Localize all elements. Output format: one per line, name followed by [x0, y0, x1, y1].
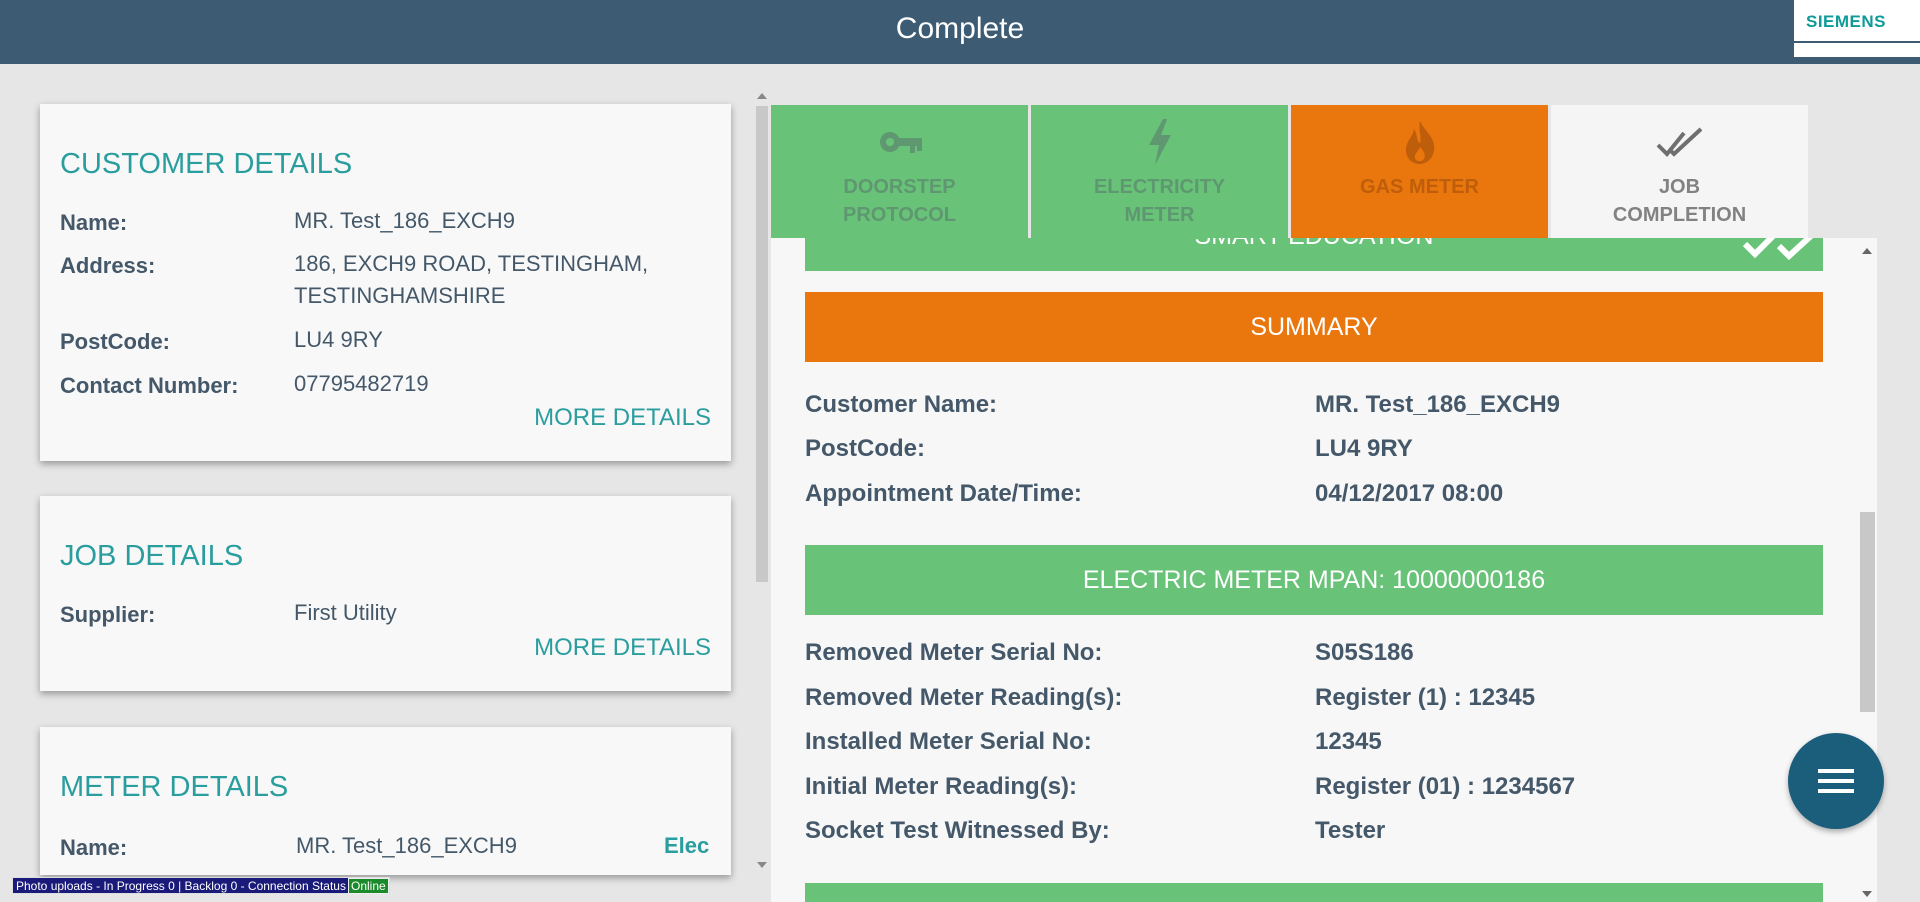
- customer-postcode-value: LU4 9RY: [294, 327, 383, 352]
- installed-serial-value: 12345: [1315, 728, 1382, 755]
- meter-name-label: Name:: [60, 835, 128, 860]
- meter-details-heading: METER DETAILS: [60, 771, 289, 803]
- tab-doorstep-line2: PROTOCOL: [843, 204, 956, 226]
- summary-appointment-value: 04/12/2017 08:00: [1315, 480, 1504, 507]
- customer-name-value: MR. Test_186_EXCH9: [294, 208, 515, 233]
- job-details-card: JOB DETAILS Supplier: First Utility MORE…: [40, 496, 731, 691]
- job-supplier-label: Supplier:: [60, 602, 156, 627]
- scroll-up-arrow-icon[interactable]: [1862, 248, 1872, 254]
- removed-reading-value: Register (1) : 12345: [1315, 684, 1536, 711]
- installed-serial-label: Installed Meter Serial No:: [805, 728, 1092, 755]
- job-supplier-value: First Utility: [294, 600, 397, 625]
- flame-icon: [1291, 119, 1548, 165]
- summary-postcode-value: LU4 9RY: [1315, 435, 1413, 462]
- initial-reading-label: Initial Meter Reading(s):: [805, 773, 1078, 800]
- customer-details-heading: CUSTOMER DETAILS: [60, 148, 353, 180]
- hamburger-icon-line: [1818, 779, 1854, 783]
- scroll-up-arrow-icon[interactable]: [757, 93, 767, 99]
- socket-test-value: Tester: [1315, 817, 1386, 844]
- key-icon: [771, 119, 1028, 165]
- brand-underline: [1794, 41, 1920, 43]
- summary-scroll-thumb[interactable]: [1860, 512, 1875, 712]
- summary-band: SUMMARY: [805, 292, 1823, 362]
- customer-address-label: Address:: [60, 253, 156, 278]
- page-title: Complete: [895, 12, 1025, 45]
- removed-reading-label: Removed Meter Reading(s):: [805, 684, 1123, 711]
- socket-test-label: Socket Test Witnessed By:: [805, 817, 1110, 844]
- scroll-down-arrow-icon[interactable]: [1862, 891, 1872, 897]
- tab-doorstep-line1: DOORSTEP: [843, 176, 956, 198]
- tab-electricity-meter[interactable]: ELECTRICITY METER: [1031, 105, 1288, 238]
- job-details-heading: JOB DETAILS: [60, 540, 244, 572]
- hamburger-icon-line: [1818, 789, 1854, 793]
- meter-name-value: MR. Test_186_EXCH9: [296, 833, 517, 858]
- tab-doorstep-protocol[interactable]: DOORSTEP PROTOCOL: [771, 105, 1028, 238]
- completed-check-icon: [1742, 238, 1814, 261]
- job-more-details-link[interactable]: MORE DETAILS: [534, 634, 711, 662]
- menu-fab-button[interactable]: [1788, 733, 1884, 829]
- scroll-down-arrow-icon[interactable]: [757, 862, 767, 868]
- smart-education-label: SMART EDUCATION: [805, 238, 1823, 251]
- left-scrollbar[interactable]: [754, 86, 770, 872]
- tab-electricity-line2: METER: [1124, 204, 1195, 226]
- brand-wordmark: SIEMENS: [1806, 12, 1887, 31]
- summary-panel: SMART EDUCATION SUMMARY Customer Name: M…: [771, 238, 1877, 902]
- connection-status-badge: Online: [347, 878, 389, 894]
- initial-reading-value: Register (01) : 1234567: [1315, 773, 1576, 800]
- summary-customer-name-value: MR. Test_186_EXCH9: [1315, 391, 1560, 418]
- customer-contact-label: Contact Number:: [60, 373, 239, 398]
- meter-details-card: METER DETAILS Name: MR. Test_186_EXCH9 E…: [40, 727, 731, 875]
- removed-serial-value: S05S186: [1315, 639, 1414, 666]
- double-check-icon: [1551, 119, 1808, 165]
- tab-job-completion[interactable]: JOB COMPLETION: [1551, 105, 1808, 238]
- tab-gas-line1: GAS METER: [1360, 176, 1479, 198]
- customer-postcode-label: PostCode:: [60, 329, 170, 354]
- scroll-thumb[interactable]: [756, 106, 768, 582]
- upload-status-text: Photo uploads - In Progress 0 | Backlog …: [16, 879, 346, 893]
- summary-appointment-label: Appointment Date/Time:: [805, 480, 1082, 507]
- customer-name-label: Name:: [60, 210, 128, 235]
- customer-contact-value: 07795482719: [294, 371, 429, 396]
- removed-serial-label: Removed Meter Serial No:: [805, 639, 1103, 666]
- lightning-icon: [1031, 119, 1288, 165]
- tab-electricity-line1: ELECTRICITY: [1093, 176, 1226, 198]
- meter-type-badge: Elec: [664, 833, 710, 858]
- customer-details-card: CUSTOMER DETAILS Name: MR. Test_186_EXCH…: [40, 104, 731, 461]
- summary-postcode-label: PostCode:: [805, 435, 925, 462]
- summary-customer-name-label: Customer Name:: [805, 391, 998, 418]
- smart-education-band[interactable]: SMART EDUCATION: [805, 238, 1823, 271]
- upload-status-bar: Photo uploads - In Progress 0 | Backlog …: [12, 877, 390, 894]
- next-section-band: [805, 883, 1823, 902]
- hamburger-icon-line: [1818, 769, 1854, 773]
- tab-gas-meter[interactable]: GAS METER: [1291, 105, 1548, 238]
- electric-meter-band: ELECTRIC METER MPAN: 10000000186: [805, 545, 1823, 615]
- top-bar: Complete SIEMENS: [0, 0, 1920, 64]
- tab-job-line2: COMPLETION: [1612, 204, 1747, 226]
- customer-address-value: 186, EXCH9 ROAD, TESTINGHAM, TESTINGHAMS…: [294, 251, 649, 308]
- tab-job-line1: JOB: [1658, 176, 1701, 198]
- siemens-logo: SIEMENS: [1794, 0, 1920, 57]
- customer-more-details-link[interactable]: MORE DETAILS: [534, 404, 711, 432]
